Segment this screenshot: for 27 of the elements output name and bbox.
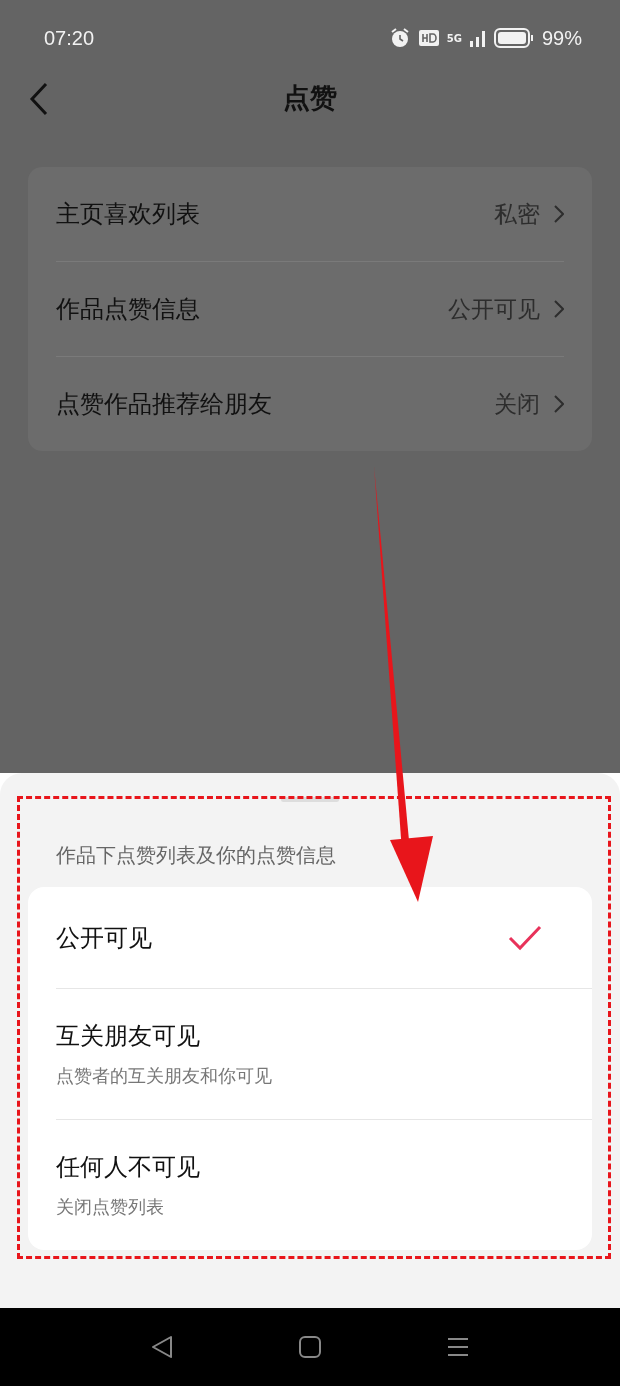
setting-label: 主页喜欢列表 bbox=[56, 199, 200, 230]
option-label: 公开可见 bbox=[56, 922, 152, 954]
menu-icon[interactable] bbox=[447, 1336, 469, 1358]
setting-label: 点赞作品推荐给朋友 bbox=[56, 389, 272, 420]
back-nav-icon[interactable] bbox=[151, 1335, 173, 1359]
visibility-option[interactable]: 互关朋友可见 点赞者的互关朋友和你可见 bbox=[56, 988, 592, 1119]
sheet-handle[interactable] bbox=[281, 797, 339, 802]
option-description: 关闭点赞列表 bbox=[56, 1195, 165, 1219]
page-title: 点赞 bbox=[283, 81, 337, 115]
option-label: 任何人不可见 bbox=[56, 1152, 200, 1183]
chevron-icon bbox=[554, 300, 564, 318]
visibility-option[interactable]: 公开可见 bbox=[56, 887, 592, 988]
battery-icon bbox=[493, 28, 534, 48]
status-time: 07:20 bbox=[44, 26, 95, 50]
chevron-icon bbox=[554, 205, 564, 223]
option-description: 点赞者的互关朋友和你可见 bbox=[56, 1064, 272, 1088]
network-label: 5G bbox=[446, 32, 462, 44]
setting-label: 作品点赞信息 bbox=[56, 294, 200, 325]
back-icon[interactable] bbox=[28, 82, 50, 116]
battery-level: 99% bbox=[541, 26, 582, 50]
home-nav-icon[interactable] bbox=[299, 1336, 321, 1358]
chevron-icon bbox=[554, 395, 564, 413]
signal-icon bbox=[469, 29, 486, 47]
visibility-option[interactable]: 任何人不可见 关闭点赞列表 bbox=[56, 1119, 592, 1250]
option-label: 互关朋友可见 bbox=[56, 1021, 201, 1052]
hd-icon bbox=[418, 30, 439, 46]
sheet-title: 作品下点赞列表及你的点赞信息 bbox=[56, 842, 337, 869]
